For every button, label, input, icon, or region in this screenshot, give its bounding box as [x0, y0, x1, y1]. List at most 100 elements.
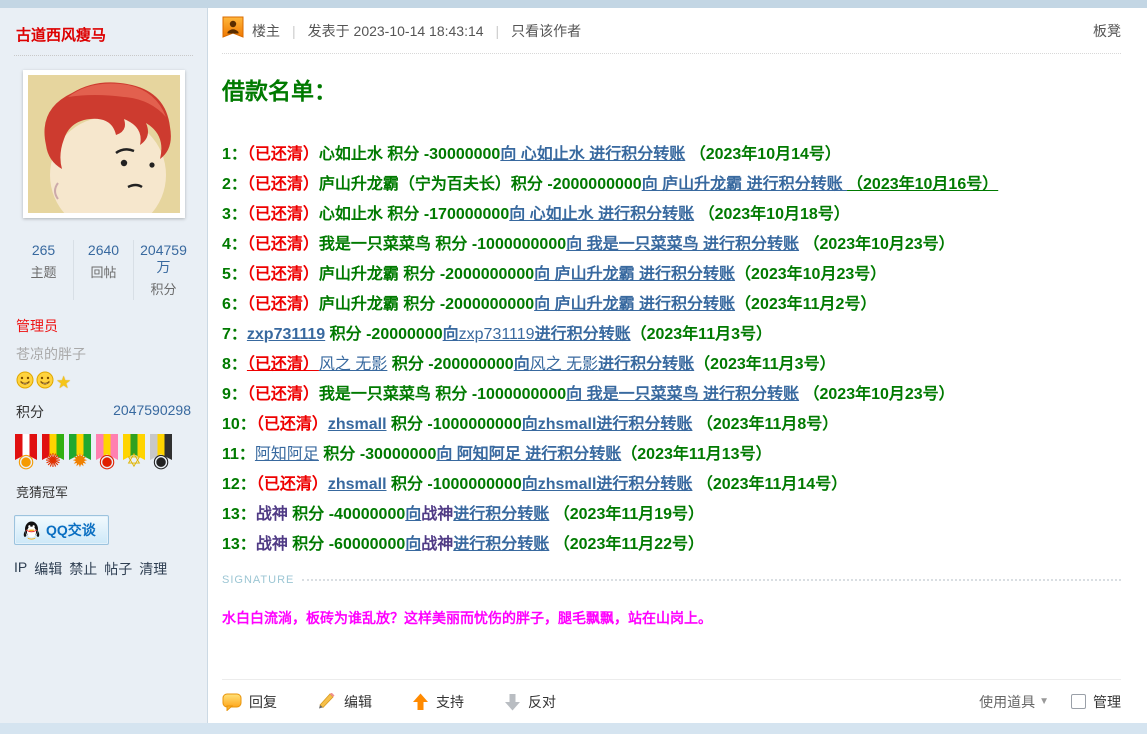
post-entries: 1：（已还清）心如止水 积分 -30000000向 心如止水 进行积分转账 （2… — [222, 140, 1121, 560]
smiley-icon — [36, 371, 54, 394]
avatar-image — [28, 75, 180, 213]
post-line: 11：阿知阿足 积分 -30000000向 阿知阿足 进行积分转账（2023年1… — [222, 440, 1121, 470]
reply-button[interactable]: 回复 — [222, 692, 277, 712]
post-text: （已还清） — [247, 236, 319, 253]
post-text: （2023年10月14号） — [685, 146, 841, 163]
use-props-dropdown[interactable]: 使用道具 ▼ — [979, 692, 1049, 712]
transfer-link[interactable]: zxp731119 — [459, 326, 535, 343]
post-text: （2023年11月8号） — [692, 416, 838, 433]
transfer-link[interactable]: zxp731119 — [247, 326, 325, 343]
oppose-button[interactable]: 反对 — [504, 692, 556, 712]
transfer-link[interactable]: 向 我是一只菜菜鸟 进行积分转账 — [566, 236, 799, 253]
stat-label: 主题 — [16, 262, 71, 281]
star-icon: ★ — [56, 374, 71, 391]
stat-cell: 204759万积分 — [133, 240, 193, 300]
medal-icon: ✺ — [41, 434, 65, 476]
transfer-link[interactable]: 阿知阿足 — [255, 446, 319, 463]
transfer-link[interactable]: 进行积分转账 — [535, 326, 631, 343]
medal-title: 竞猜冠军 — [16, 482, 193, 501]
stat-value[interactable]: 204759万 — [136, 242, 191, 276]
qq-chat-button[interactable]: QQ交谈 — [14, 515, 109, 545]
post-text: （已还清） — [247, 386, 319, 403]
author-username[interactable]: 古道西风瘦马 — [14, 18, 193, 55]
post-text: 2： — [222, 176, 247, 193]
transfer-link[interactable]: zhsmall — [328, 476, 387, 493]
admin-link[interactable]: 清理 — [139, 559, 167, 579]
post-text: （2023年11月19号） — [549, 506, 704, 523]
score-value[interactable]: 2047590298 — [113, 402, 191, 422]
medal-icon: ✹ — [68, 434, 92, 476]
admin-link[interactable]: IP — [14, 559, 27, 579]
floor-name-link[interactable]: 板凳 — [1093, 21, 1121, 41]
post-line: 13：战神 积分 -40000000向战神进行积分转账 （2023年11月19号… — [222, 500, 1121, 530]
post-line: 3：（已还清）心如止水 积分 -170000000向 心如止水 进行积分转账 （… — [222, 200, 1121, 230]
transfer-link[interactable]: 向 我是一只菜菜鸟 进行积分转账 — [566, 386, 799, 403]
post-text: 战神 — [421, 536, 453, 553]
transfer-link[interactable]: 向 庐山升龙霸 进行积分转账 — [534, 266, 735, 283]
post-text: （2023年10月23号） — [799, 386, 955, 403]
post-text: （2023年11月13号） — [621, 446, 771, 463]
post-toolbar: 回复 编辑 支持 — [222, 679, 1121, 723]
transfer-link[interactable]: 向zhsmall进行积分转账 — [522, 416, 693, 433]
transfer-link[interactable]: 向 庐山升龙霸 进行积分转账 — [534, 296, 735, 313]
post-text: 我是一只菜菜鸟 积分 -1000000000 — [319, 386, 566, 403]
post-line: 13：战神 积分 -60000000向战神进行积分转账 （2023年11月22号… — [222, 530, 1121, 560]
transfer-link[interactable]: 向 庐山升龙霸 进行积分转账 — [642, 176, 847, 193]
medal-icon: ◉ — [14, 434, 38, 476]
stat-label: 回帖 — [76, 262, 131, 281]
admin-link[interactable]: 禁止 — [69, 559, 97, 579]
only-author-link[interactable]: 只看该作者 — [511, 21, 581, 41]
stat-value[interactable]: 265 — [16, 242, 71, 259]
edit-button[interactable]: 编辑 — [317, 692, 372, 712]
down-arrow-icon — [504, 693, 521, 711]
floor-author-icon — [222, 16, 244, 45]
transfer-link[interactable]: （已还清） — [247, 356, 319, 373]
post-text: 战神 — [421, 506, 453, 523]
post-text: 13： — [222, 536, 256, 553]
transfer-link[interactable]: 向 — [514, 356, 530, 373]
post-text: （2023年11月2号） — [735, 296, 876, 313]
transfer-link[interactable]: 进行积分转账 — [453, 536, 549, 553]
score-label: 积分 — [16, 402, 44, 422]
post-text: 13： — [222, 506, 256, 523]
avatar[interactable] — [23, 70, 185, 218]
transfer-link[interactable]: 进行积分转账 — [453, 506, 549, 523]
post-text: 庐山升龙霸 积分 -2000000000 — [319, 266, 534, 283]
transfer-link[interactable]: （2023年10月16号） — [847, 176, 998, 193]
medal-icon: ◉ — [95, 434, 119, 476]
use-props-label: 使用道具 — [979, 692, 1035, 712]
forum-post-page: 古道西风瘦马 265主题2640回帖204759万积分 管理员 苍凉的胖子 — [0, 0, 1147, 734]
reply-label: 回复 — [249, 692, 277, 712]
transfer-link[interactable]: 向 — [443, 326, 459, 343]
post-text: 心如止水 积分 -170000000 — [319, 206, 509, 223]
transfer-link[interactable]: zhsmall — [328, 416, 387, 433]
transfer-link[interactable]: 向zhsmall进行积分转账 — [522, 476, 693, 493]
post-text: 12： — [222, 476, 256, 493]
transfer-link[interactable]: 向 — [405, 536, 421, 553]
admin-link[interactable]: 编辑 — [34, 559, 62, 579]
transfer-link[interactable]: 进行积分转账 — [598, 356, 694, 373]
post-main: 楼主 | 发表于 2023-10-14 18:43:14 | 只看该作者 板凳 … — [208, 8, 1147, 723]
support-button[interactable]: 支持 — [412, 692, 464, 712]
stat-value[interactable]: 2640 — [76, 242, 131, 259]
top-strip — [0, 0, 1147, 8]
manage-checkbox[interactable] — [1071, 694, 1086, 709]
transfer-link[interactable]: 风之 无影 — [530, 356, 598, 373]
admin-link[interactable]: 帖子 — [104, 559, 132, 579]
post-text: 6： — [222, 296, 247, 313]
divider: | — [292, 23, 296, 39]
manage-label: 管理 — [1093, 692, 1121, 712]
transfer-link[interactable]: 向 心如止水 进行积分转账 — [509, 206, 694, 223]
post-line: 7：zxp731119 积分 -20000000向zxp731119进行积分转账… — [222, 320, 1121, 350]
post-text: 积分 -1000000000 — [387, 416, 522, 433]
transfer-link[interactable]: 向 心如止水 进行积分转账 — [500, 146, 685, 163]
bottom-strip — [0, 723, 1147, 734]
transfer-link[interactable]: 向 — [405, 506, 421, 523]
smiley-icon — [16, 371, 34, 394]
post-text: （2023年11月22号） — [549, 536, 704, 553]
transfer-link[interactable]: 风之 无影 — [319, 356, 387, 373]
transfer-link[interactable]: 向 阿知阿足 进行积分转账 — [436, 446, 621, 463]
qq-chat-label: QQ交谈 — [46, 520, 96, 540]
post-text: （已还清） — [247, 176, 319, 193]
post-text: 我是一只菜菜鸟 积分 -1000000000 — [319, 236, 566, 253]
